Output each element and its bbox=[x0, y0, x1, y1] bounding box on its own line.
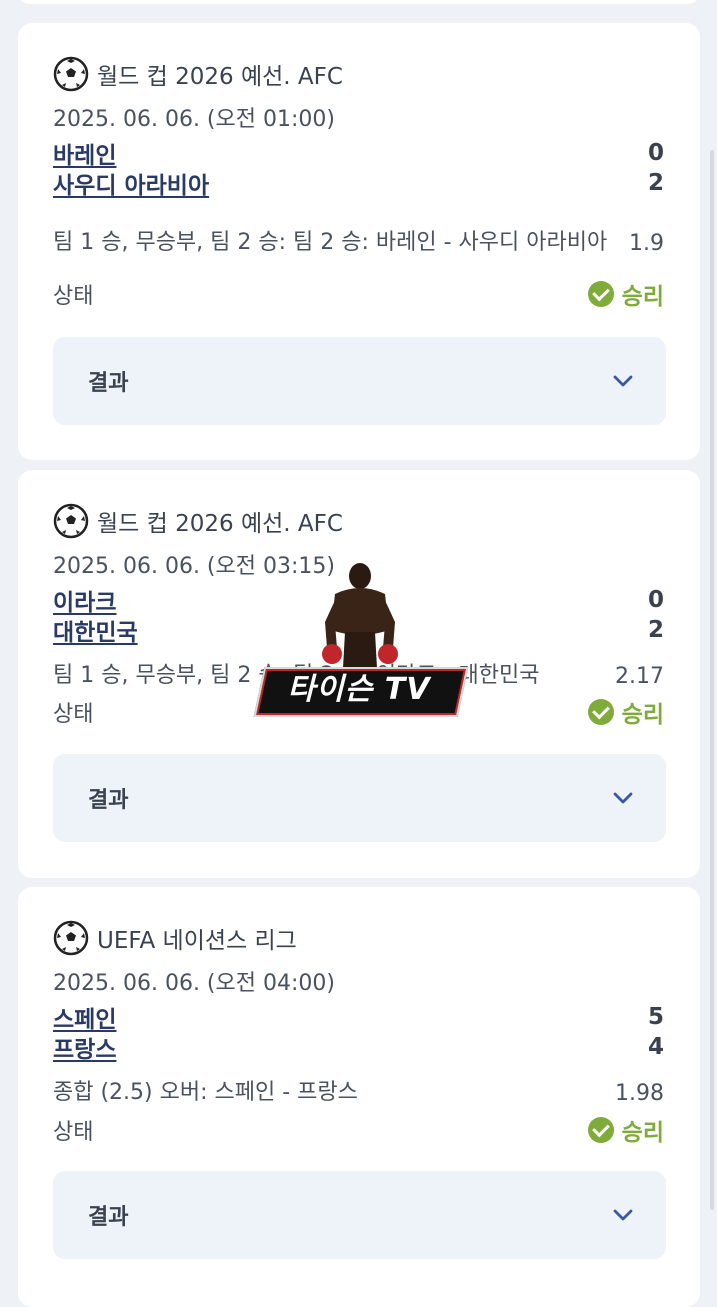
team2-link[interactable]: 사우디 아라비아 bbox=[53, 166, 209, 200]
bet-row: 팀 1 승, 무승부, 팀 2 승: 팀 2 승: 바레인 - 사우디 아라비아… bbox=[53, 213, 664, 273]
result-label: 결과 bbox=[88, 1205, 129, 1230]
team2-score: 2 bbox=[647, 170, 664, 196]
match-date: 2025. 06. 06. (오전 04:00) bbox=[53, 971, 335, 996]
previous-bet-card bbox=[18, 0, 700, 4]
watermark-logo: 타이슨 TV bbox=[253, 560, 469, 717]
team1-link[interactable]: 바레인 bbox=[53, 136, 116, 170]
status-label: 상태 bbox=[53, 284, 94, 309]
team2-link[interactable]: 대한민국 bbox=[53, 613, 138, 647]
status-text: 승리 bbox=[621, 702, 664, 728]
bet-odds: 1.98 bbox=[615, 1080, 664, 1106]
soccer-ball-icon bbox=[53, 503, 89, 539]
result-label: 결과 bbox=[88, 371, 129, 396]
soccer-ball-icon bbox=[53, 920, 89, 956]
check-circle-icon bbox=[587, 1117, 614, 1143]
result-expander[interactable]: 결과 bbox=[53, 337, 666, 425]
match-date: 2025. 06. 06. (오전 01:00) bbox=[53, 107, 335, 132]
league-row: 월드 컵 2026 예선. AFC bbox=[53, 503, 343, 539]
status-badge: 승리 bbox=[587, 1113, 664, 1147]
league-name: 월드 컵 2026 예선. AFC bbox=[97, 511, 343, 537]
boxer-icon bbox=[322, 563, 398, 668]
status-label: 상태 bbox=[53, 702, 94, 727]
league-name: UEFA 네이션스 리그 bbox=[97, 928, 297, 954]
chevron-down-icon bbox=[613, 792, 633, 804]
team2-link[interactable]: 프랑스 bbox=[53, 1030, 116, 1064]
bet-odds: 2.17 bbox=[615, 663, 664, 689]
bet-card: 월드 컵 2026 예선. AFC 2025. 06. 06. (오전 01:0… bbox=[18, 23, 700, 460]
status-text: 승리 bbox=[621, 1120, 664, 1146]
bet-description: 종합 (2.5) 오버: 스페인 - 프랑스 bbox=[53, 1080, 358, 1105]
check-circle-icon bbox=[587, 281, 614, 307]
team1-score: 0 bbox=[647, 140, 664, 166]
team1-link[interactable]: 이라크 bbox=[53, 583, 116, 617]
soccer-ball-icon bbox=[53, 56, 89, 92]
team1-score: 5 bbox=[647, 1004, 664, 1030]
status-label: 상태 bbox=[53, 1120, 94, 1145]
team-row: 스페인 5 bbox=[53, 1000, 664, 1034]
chevron-down-icon bbox=[613, 375, 633, 387]
watermark-text: 타이슨 TV bbox=[287, 672, 431, 707]
status-row: 상태 승리 bbox=[53, 1114, 664, 1146]
league-name: 월드 컵 2026 예선. AFC bbox=[97, 64, 343, 90]
check-circle-icon bbox=[587, 699, 614, 725]
scrollbar[interactable] bbox=[710, 150, 714, 1210]
chevron-down-icon bbox=[613, 1209, 633, 1221]
result-expander[interactable]: 결과 bbox=[53, 1171, 666, 1259]
team2-score: 2 bbox=[647, 617, 664, 643]
status-row: 상태 승리 bbox=[53, 278, 664, 310]
bet-row: 종합 (2.5) 오버: 스페인 - 프랑스 1.98 bbox=[53, 1075, 664, 1111]
result-expander[interactable]: 결과 bbox=[53, 754, 666, 842]
league-row: UEFA 네이션스 리그 bbox=[53, 920, 297, 956]
team-row: 사우디 아라비아 2 bbox=[53, 166, 664, 200]
status-badge: 승리 bbox=[587, 277, 664, 311]
result-label: 결과 bbox=[88, 788, 129, 813]
team-row: 프랑스 4 bbox=[53, 1030, 664, 1064]
status-text: 승리 bbox=[621, 284, 664, 310]
bet-card: UEFA 네이션스 리그 2025. 06. 06. (오전 04:00) 스페… bbox=[18, 887, 700, 1307]
team1-score: 0 bbox=[647, 587, 664, 613]
team1-link[interactable]: 스페인 bbox=[53, 1000, 116, 1034]
team-row: 바레인 0 bbox=[53, 136, 664, 170]
bet-odds: 1.9 bbox=[629, 230, 664, 256]
bet-description: 팀 1 승, 무승부, 팀 2 승: 팀 2 승: 바레인 - 사우디 아라비아 bbox=[53, 230, 608, 255]
team2-score: 4 bbox=[647, 1034, 664, 1060]
status-badge: 승리 bbox=[587, 695, 664, 729]
league-row: 월드 컵 2026 예선. AFC bbox=[53, 56, 343, 92]
